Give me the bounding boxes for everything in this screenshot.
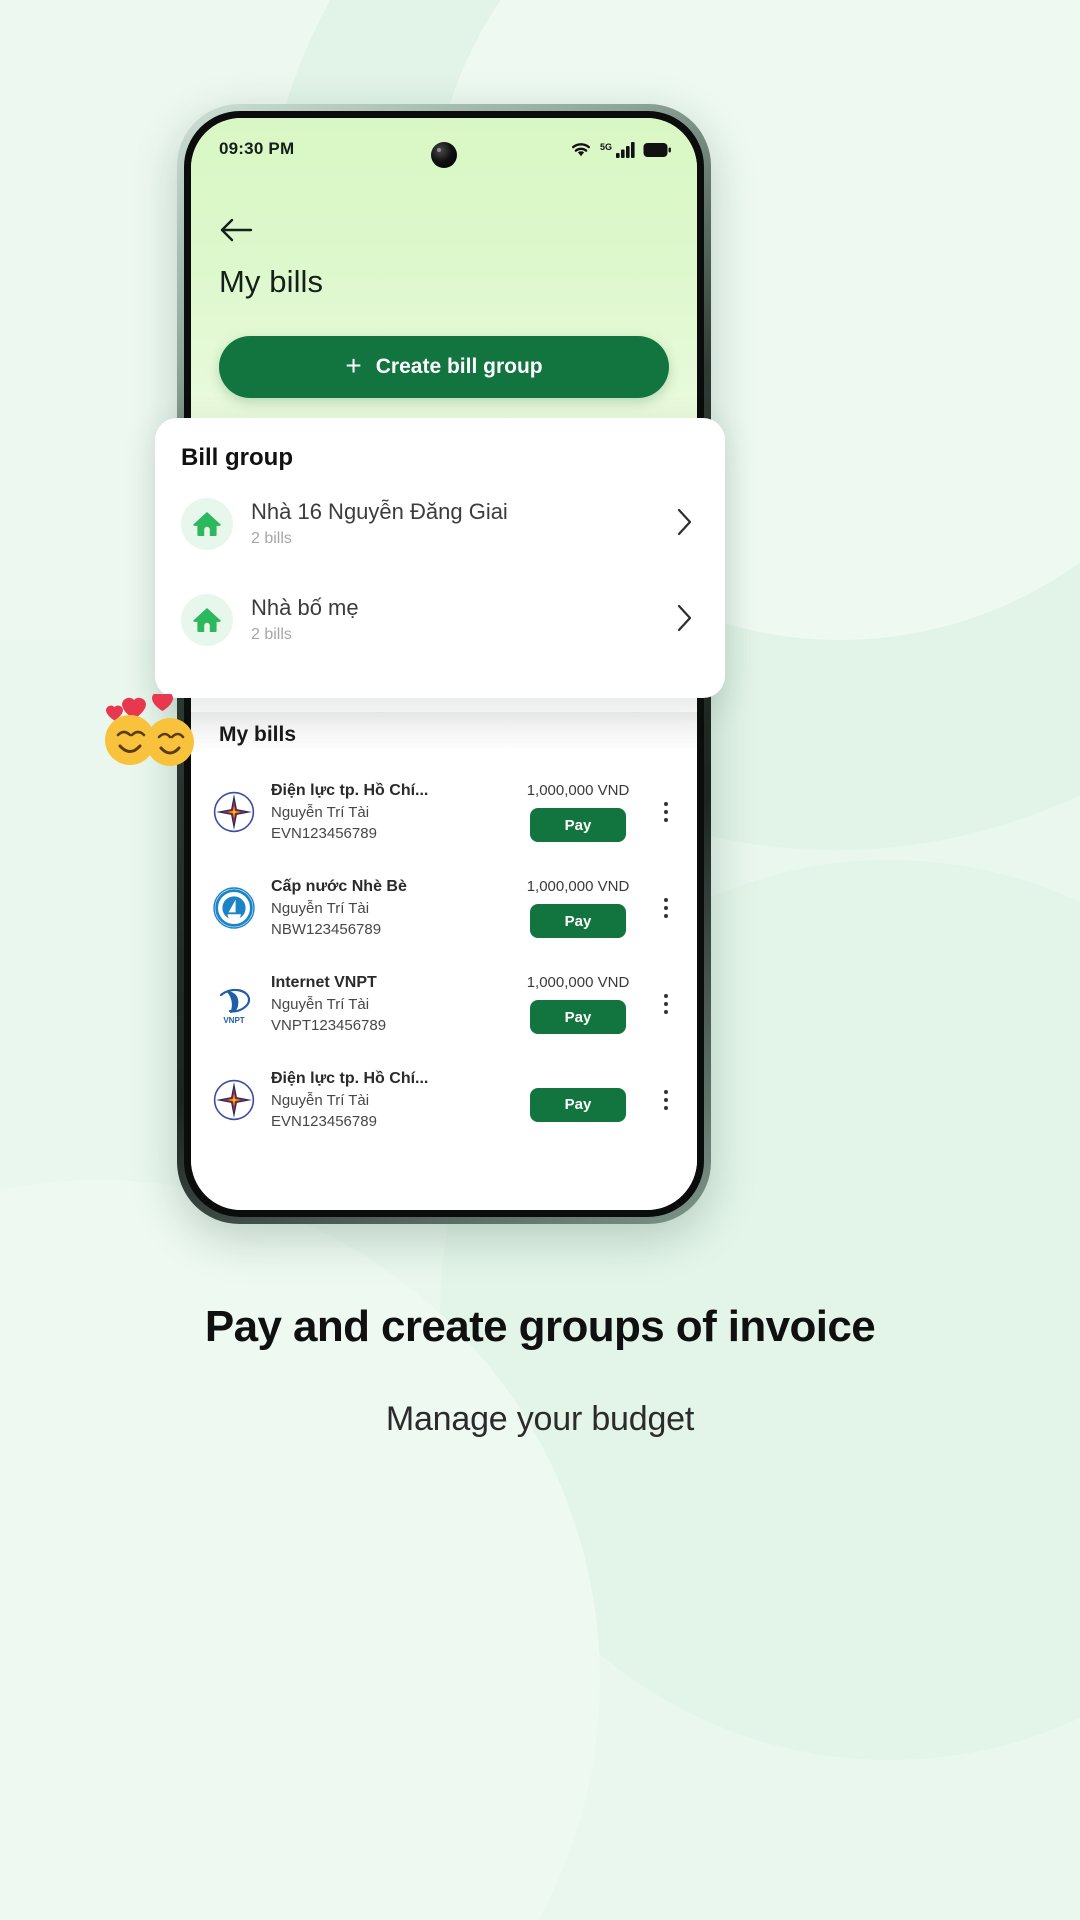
bill-info: Internet VNPT Nguyễn Trí Tài VNPT1234567… (271, 972, 503, 1036)
table-row[interactable]: Điện lực tp. Hồ Chí... Nguyễn Trí Tài EV… (191, 764, 697, 860)
status-time: 09:30 PM (219, 139, 295, 158)
page-title: My bills (219, 264, 324, 299)
home-icon (181, 498, 233, 550)
bill-group-item-0[interactable]: Nhà 16 Nguyễn Đăng Giai 2 bills (155, 476, 725, 572)
bill-info: Điện lực tp. Hồ Chí... Nguyễn Trí Tài EV… (271, 780, 503, 844)
headline-text: Pay and create groups of invoice (204, 1302, 876, 1351)
bill-customer: Nguyễn Trí Tài (271, 1091, 370, 1109)
more-options-icon[interactable] (653, 789, 679, 835)
water-sail-icon (211, 885, 257, 931)
wifi-icon (571, 143, 590, 157)
vnpt-icon: VNPT (211, 981, 257, 1027)
create-bill-group-button[interactable]: + Create bill group (219, 336, 669, 398)
bill-group-name: Nhà 16 Nguyễn Đăng Giai (251, 498, 508, 524)
evn-star-icon (211, 1077, 257, 1123)
bill-group-panel: Bill group Nhà 16 Nguyễn Đăng Giai 2 bil… (155, 418, 725, 698)
table-row[interactable]: Cấp nước Nhè Bè Nguyễn Trí Tài NBW123456… (191, 860, 697, 956)
bill-code: VNPT123456789 (271, 1016, 387, 1034)
bill-actions: 1,000,000 VND Pay (503, 974, 653, 1034)
bill-amount: 1,000,000 VND (526, 974, 630, 991)
smiling-faces-with-hearts-emoji (100, 692, 204, 766)
bill-group-count: 2 bills (251, 626, 292, 644)
battery-icon (643, 143, 671, 157)
bill-amount: 1,000,000 VND (526, 878, 630, 895)
bill-provider: Internet VNPT (271, 974, 377, 992)
create-bill-group-label: Create bill group (375, 355, 543, 378)
back-button[interactable] (219, 210, 267, 250)
svg-text:VNPT: VNPT (223, 1016, 244, 1025)
chevron-right-icon (675, 506, 701, 543)
home-icon (181, 594, 233, 646)
bill-group-title: Bill group (181, 444, 293, 471)
pay-button[interactable]: Pay (530, 1087, 626, 1122)
more-options-icon[interactable] (653, 981, 679, 1027)
bill-group-text: Nhà 16 Nguyễn Đăng Giai 2 bills (251, 498, 675, 551)
arrow-left-icon (220, 218, 253, 242)
bill-provider: Điện lực tp. Hồ Chí... (271, 782, 429, 800)
subheadline-text: Manage your budget (385, 1400, 695, 1438)
bill-customer: Nguyễn Trí Tài (271, 995, 370, 1013)
bill-group-count: 2 bills (251, 530, 292, 548)
table-row[interactable]: VNPT Internet VNPT Nguyễn Trí Tài VNPT12… (191, 956, 697, 1052)
evn-star-icon (211, 789, 257, 835)
bill-actions: Pay (503, 1079, 653, 1122)
pay-button[interactable]: Pay (530, 1000, 626, 1034)
more-options-icon[interactable] (653, 1077, 679, 1123)
bill-code: EVN123456789 (271, 1112, 377, 1130)
signal-bars-icon (616, 142, 635, 158)
status-icons: 5G (569, 140, 671, 158)
bill-customer: Nguyễn Trí Tài (271, 899, 370, 917)
bill-group-item-1[interactable]: Nhà bố mẹ 2 bills (155, 572, 725, 668)
bill-provider: Cấp nước Nhè Bè (271, 878, 407, 896)
bill-amount: 1,000,000 VND (526, 782, 630, 799)
chevron-right-icon (675, 602, 701, 639)
my-bills-list-sheet: Điện lực tp. Hồ Chí... Nguyễn Trí Tài EV… (191, 748, 697, 1210)
table-row[interactable]: Điện lực tp. Hồ Chí... Nguyễn Trí Tài EV… (191, 1052, 697, 1148)
bill-group-text: Nhà bố mẹ 2 bills (251, 594, 675, 647)
bill-actions: 1,000,000 VND Pay (503, 878, 653, 938)
bill-code: NBW123456789 (271, 920, 382, 938)
network-type-label: 5G (599, 142, 612, 152)
bill-info: Cấp nước Nhè Bè Nguyễn Trí Tài NBW123456… (271, 876, 503, 940)
bill-info: Điện lực tp. Hồ Chí... Nguyễn Trí Tài EV… (271, 1068, 503, 1132)
bill-actions: 1,000,000 VND Pay (503, 782, 653, 842)
plus-icon: + (345, 350, 362, 381)
pay-button[interactable]: Pay (530, 904, 626, 938)
front-camera-punchhole (431, 142, 457, 168)
bill-group-name: Nhà bố mẹ (251, 594, 359, 620)
bill-provider: Điện lực tp. Hồ Chí... (271, 1070, 429, 1088)
bill-customer: Nguyễn Trí Tài (271, 803, 370, 821)
bill-code: EVN123456789 (271, 824, 377, 842)
pay-button[interactable]: Pay (530, 808, 626, 842)
more-options-icon[interactable] (653, 885, 679, 931)
